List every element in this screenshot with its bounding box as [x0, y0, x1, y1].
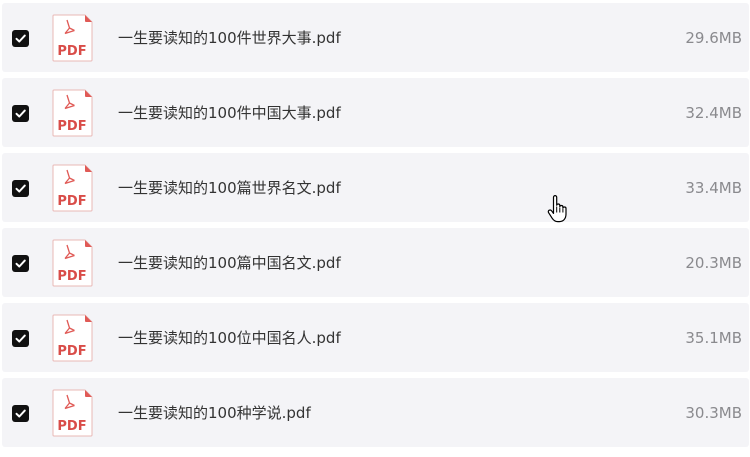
checked-checkbox-icon[interactable]: [12, 405, 29, 422]
checked-checkbox-icon[interactable]: [12, 30, 29, 47]
file-size: 33.4MB: [685, 179, 742, 197]
file-name[interactable]: 一生要读知的100位中国名人.pdf: [118, 328, 341, 348]
pdf-icon-label: PDF: [57, 419, 86, 434]
file-name[interactable]: 一生要读知的100篇世界名文.pdf: [118, 178, 341, 198]
checked-checkbox-icon[interactable]: [12, 105, 29, 122]
file-name[interactable]: 一生要读知的100篇中国名文.pdf: [118, 253, 341, 273]
pdf-file-icon: PDF: [52, 14, 93, 62]
pdf-icon-label: PDF: [57, 269, 86, 284]
pdf-file-icon: PDF: [52, 314, 93, 362]
file-size: 20.3MB: [685, 254, 742, 272]
file-size: 32.4MB: [685, 104, 742, 122]
file-list: PDF 一生要读知的100件世界大事.pdf 29.6MB PDF 一生要读知的…: [0, 0, 750, 457]
file-row[interactable]: PDF 一生要读知的100件世界大事.pdf 29.6MB: [2, 3, 749, 72]
file-name[interactable]: 一生要读知的100件世界大事.pdf: [118, 28, 341, 48]
pdf-icon-label: PDF: [57, 344, 86, 359]
pdf-file-icon: PDF: [52, 239, 93, 287]
pdf-file-icon: PDF: [52, 389, 93, 437]
file-row[interactable]: PDF 一生要读知的100件中国大事.pdf 32.4MB: [2, 78, 749, 147]
file-size: 30.3MB: [685, 404, 742, 422]
pdf-file-icon: PDF: [52, 164, 93, 212]
file-row[interactable]: PDF 一生要读知的100篇中国名文.pdf 20.3MB: [2, 228, 749, 297]
file-name[interactable]: 一生要读知的100种学说.pdf: [118, 403, 311, 423]
file-size: 29.6MB: [685, 29, 742, 47]
file-row[interactable]: PDF 一生要读知的100位中国名人.pdf 35.1MB: [2, 303, 749, 372]
pdf-icon-label: PDF: [57, 44, 86, 59]
file-size: 35.1MB: [685, 329, 742, 347]
file-row[interactable]: PDF 一生要读知的100种学说.pdf 30.3MB: [2, 378, 749, 447]
file-row[interactable]: PDF 一生要读知的100篇世界名文.pdf 33.4MB: [2, 153, 749, 222]
checked-checkbox-icon[interactable]: [12, 255, 29, 272]
file-name[interactable]: 一生要读知的100件中国大事.pdf: [118, 103, 341, 123]
checked-checkbox-icon[interactable]: [12, 330, 29, 347]
pdf-file-icon: PDF: [52, 89, 93, 137]
checked-checkbox-icon[interactable]: [12, 180, 29, 197]
pdf-icon-label: PDF: [57, 194, 86, 209]
pdf-icon-label: PDF: [57, 119, 86, 134]
